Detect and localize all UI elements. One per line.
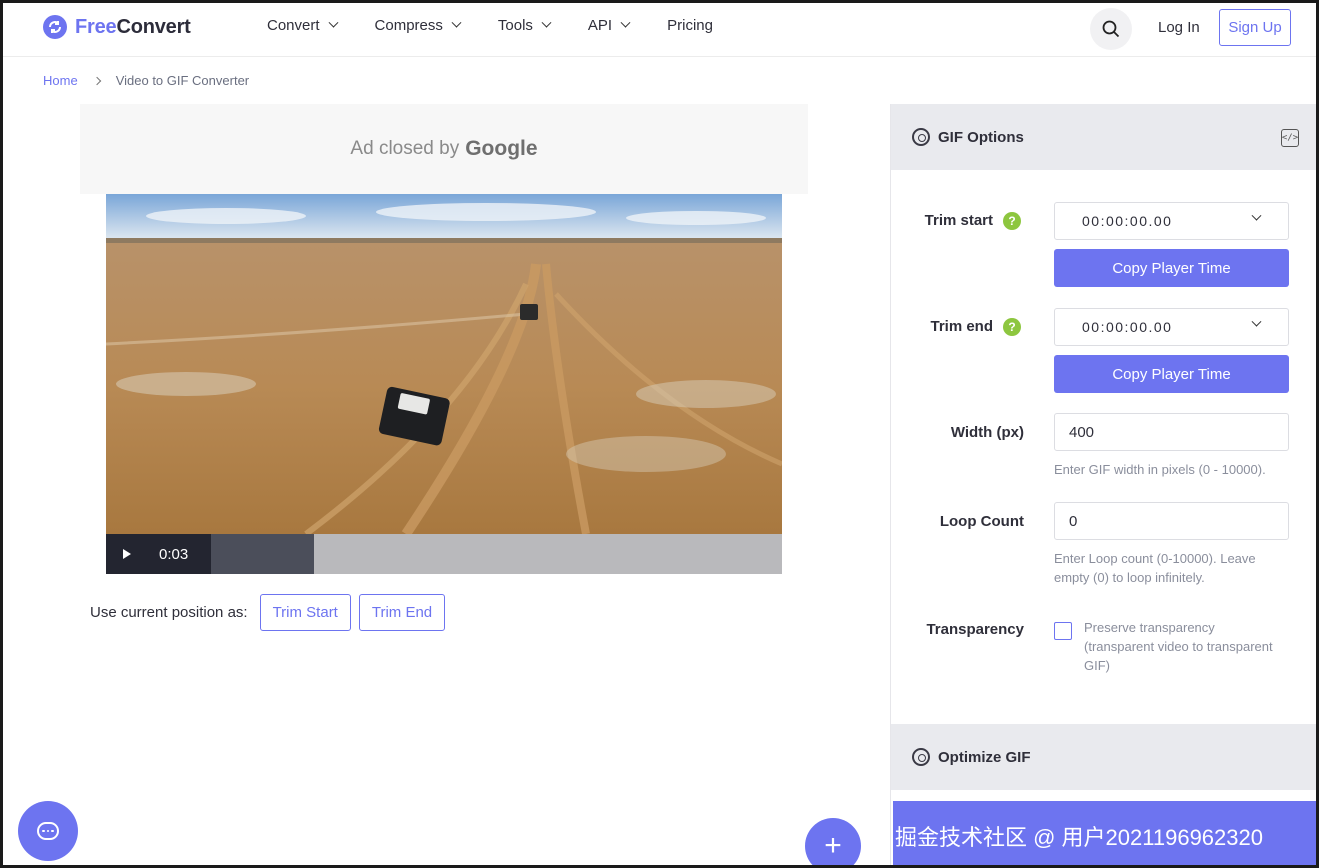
chevron-down-icon xyxy=(328,17,338,28)
use-position-row: Use current position as: Trim Start Trim… xyxy=(90,594,446,631)
video-controls: 0:03 xyxy=(106,534,782,574)
logo-refresh-icon xyxy=(43,15,67,39)
logo[interactable]: FreeConvert xyxy=(43,15,191,39)
logo-convert-text: Convert xyxy=(116,15,191,38)
progress-bar[interactable] xyxy=(211,534,314,574)
site-header: FreeConvert Convert Compress Tools API P… xyxy=(3,3,1316,57)
trim-end-button[interactable]: Trim End xyxy=(358,594,446,631)
chevron-right-icon xyxy=(92,76,101,85)
trim-end-value: 00:00:00.00 xyxy=(1082,319,1173,335)
optimize-gif-title: Optimize GIF xyxy=(938,748,1031,766)
ad-google-logo: Google xyxy=(465,137,538,160)
video-frame-image xyxy=(106,194,782,534)
nav-pricing-label: Pricing xyxy=(667,17,713,34)
trim-start-label-text: Trim start xyxy=(924,212,993,229)
trim-start-value: 00:00:00.00 xyxy=(1082,213,1173,229)
help-icon[interactable]: ? xyxy=(1003,212,1021,231)
trim-end-select[interactable]: 00:00:00.00 xyxy=(1054,308,1289,346)
chevron-down-icon xyxy=(1251,316,1262,327)
chevron-down-icon xyxy=(1251,210,1262,221)
nav-compress-label: Compress xyxy=(374,17,443,34)
add-button[interactable]: + xyxy=(805,818,861,865)
preserve-transparency-text: Preserve transparency (transparent video… xyxy=(1084,620,1273,673)
main-nav: Convert Compress Tools API Pricing xyxy=(267,17,751,34)
trim-start-label: Trim start? xyxy=(891,212,1021,231)
loop-count-input[interactable]: 0 xyxy=(1054,502,1289,540)
gif-options-title: GIF Options xyxy=(938,128,1024,146)
ad-banner: Ad closed by Google xyxy=(80,104,808,194)
loop-count-hint: Enter Loop count (0-10000). Leave empty … xyxy=(1054,551,1256,585)
trim-start-select[interactable]: 00:00:00.00 xyxy=(1054,202,1289,240)
search-button[interactable] xyxy=(1090,8,1132,50)
signup-button[interactable]: Sign Up xyxy=(1219,9,1291,46)
nav-api[interactable]: API xyxy=(587,17,631,34)
chevron-down-icon xyxy=(451,17,462,28)
gif-options-header[interactable]: GIF Options </> xyxy=(891,104,1316,170)
width-label: Width (px) xyxy=(950,424,1024,441)
width-input[interactable]: 400 xyxy=(1054,413,1289,451)
copy-player-time-start-button[interactable]: Copy Player Time xyxy=(1054,249,1289,287)
code-icon[interactable]: </> xyxy=(1281,129,1299,147)
help-icon[interactable]: ? xyxy=(1003,318,1021,337)
nav-convert[interactable]: Convert xyxy=(267,17,338,34)
nav-api-label: API xyxy=(587,17,613,34)
login-link[interactable]: Log In xyxy=(1158,19,1200,36)
chevron-down-icon xyxy=(620,17,631,28)
optimize-gif-header[interactable]: Optimize GIF xyxy=(891,724,1316,790)
use-position-label: Use current position as: xyxy=(90,604,248,621)
preserve-transparency-checkbox[interactable] xyxy=(1054,622,1072,640)
nav-convert-label: Convert xyxy=(267,17,320,34)
trim-end-label-text: Trim end xyxy=(930,318,993,335)
logo-free-text: Free xyxy=(75,15,117,38)
options-sidebar: GIF Options </> Trim start? 00:00:00.00 … xyxy=(890,104,1316,865)
breadcrumb-home[interactable]: Home xyxy=(43,73,78,88)
trim-start-button[interactable]: Trim Start xyxy=(259,594,351,631)
gear-icon xyxy=(912,748,930,766)
nav-tools-label: Tools xyxy=(497,17,533,34)
chat-button[interactable] xyxy=(18,801,78,861)
video-player[interactable]: 0:03 xyxy=(106,194,782,574)
breadcrumb: Home Video to GIF Converter xyxy=(43,73,249,88)
copy-player-time-end-button[interactable]: Copy Player Time xyxy=(1054,355,1289,393)
breadcrumb-current: Video to GIF Converter xyxy=(115,73,250,88)
loop-count-label: Loop Count xyxy=(939,513,1024,530)
ad-text: Ad closed by xyxy=(350,138,460,159)
chevron-down-icon xyxy=(541,17,552,28)
width-hint: Enter GIF width in pixels (0 - 10000). xyxy=(1054,462,1266,477)
search-icon xyxy=(1102,20,1120,38)
plus-icon: + xyxy=(824,829,842,862)
browser-frame: FreeConvert Convert Compress Tools API P… xyxy=(0,0,1319,868)
trim-end-label: Trim end? xyxy=(891,318,1021,337)
nav-compress[interactable]: Compress xyxy=(374,17,462,34)
play-time-area: 0:03 xyxy=(106,534,211,574)
bottom-convert-bar[interactable]: 掘金技术社区 @ 用户2021196962320 xyxy=(893,801,1316,865)
current-time: 0:03 xyxy=(159,545,189,563)
chat-icon xyxy=(37,822,59,840)
nav-pricing[interactable]: Pricing xyxy=(667,17,713,34)
watermark-text: 掘金技术社区 @ 用户2021196962320 xyxy=(895,825,1263,850)
play-icon[interactable] xyxy=(123,549,131,559)
transparency-label: Transparency xyxy=(926,621,1024,638)
gear-icon xyxy=(912,128,930,146)
nav-tools[interactable]: Tools xyxy=(497,17,552,34)
